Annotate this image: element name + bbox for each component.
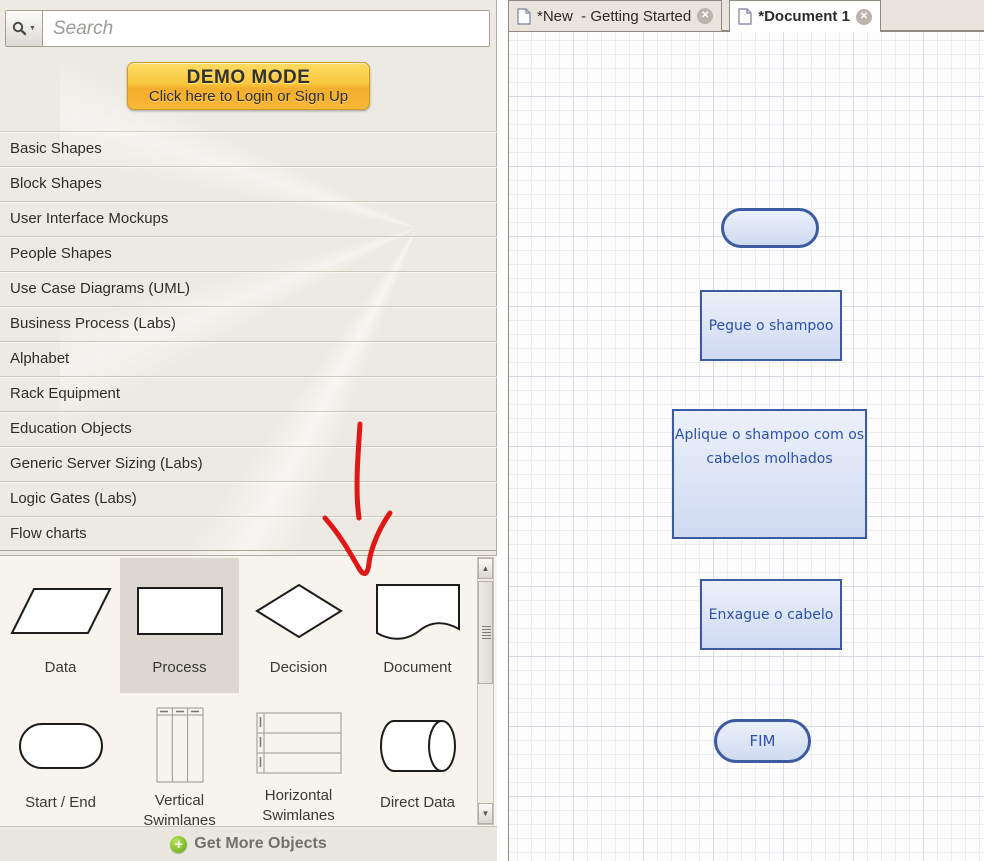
tab-new-getting-started[interactable]: *New - Getting Started ✕ (508, 0, 723, 31)
shape-document[interactable]: Document (358, 558, 477, 693)
flow-node-pegue-o-shampoo[interactable]: Pegue o shampoo (700, 290, 842, 361)
scroll-down-icon: ▼ (481, 809, 490, 818)
shape-decision[interactable]: Decision (239, 558, 358, 693)
shape-panel-scrollbar[interactable]: ▲ ▼ (477, 557, 494, 825)
shape-grid: Data Process Decision Document Start / E… (1, 558, 477, 826)
decision-shape-icon (254, 572, 343, 650)
scrollbar-thumb[interactable] (478, 581, 493, 684)
search-dropdown-icon: ▼ (29, 25, 36, 32)
shape-direct-data[interactable]: Direct Data (358, 693, 477, 826)
tab-label: *New - Getting Started (537, 7, 692, 25)
direct-data-shape-icon (376, 707, 460, 785)
scroll-down-button[interactable]: ▼ (478, 803, 493, 824)
tab-close-icon[interactable]: ✕ (697, 8, 714, 24)
scroll-up-icon: ▲ (481, 564, 490, 573)
category-block-shapes[interactable]: Block Shapes (0, 166, 497, 201)
document-tab-bar: *New - Getting Started ✕ *Document 1 ✕ (508, 0, 984, 32)
vertical-swimlanes-shape-icon (156, 707, 204, 783)
scroll-up-button[interactable]: ▲ (478, 558, 493, 579)
flow-node-start[interactable] (721, 208, 819, 248)
tab-document-1[interactable]: *Document 1 ✕ (729, 0, 881, 32)
search-box: ▼ (5, 10, 490, 47)
shape-start-end-label: Start / End (25, 794, 96, 811)
flow-charts-shape-panel: Data Process Decision Document Start / E… (0, 555, 497, 826)
diagram-canvas[interactable]: Pegue o shampoo Aplique o shampoo com os… (508, 31, 984, 861)
scrollbar-grip-icon (482, 626, 491, 640)
shape-vertical-swimlanes-label: Vertical Swimlanes (143, 792, 216, 826)
document-workspace: *New - Getting Started ✕ *Document 1 ✕ P… (498, 0, 984, 861)
tab-label: *Document 1 (758, 8, 850, 25)
category-use-case-diagrams[interactable]: Use Case Diagrams (UML) (0, 271, 497, 306)
demo-mode-subtitle: Click here to Login or Sign Up (148, 87, 349, 105)
page-icon (738, 8, 752, 25)
shape-library-sidebar: ▼ DEMO MODE Click here to Login or Sign … (0, 0, 497, 861)
start-end-shape-icon (18, 707, 104, 785)
category-alphabet[interactable]: Alphabet (0, 341, 497, 376)
document-shape-icon (373, 572, 463, 650)
shape-start-end[interactable]: Start / End (1, 693, 120, 826)
shape-document-label: Document (383, 659, 452, 676)
demo-mode-button[interactable]: DEMO MODE Click here to Login or Sign Up (127, 62, 370, 110)
shape-horizontal-swimlanes[interactable]: Horizontal Swimlanes (239, 693, 358, 826)
get-more-objects-bar: + Get More Objects (0, 826, 497, 861)
process-shape-icon (136, 572, 224, 650)
flow-node-enxague-o-cabelo[interactable]: Enxague o cabelo (700, 579, 842, 650)
category-list: Basic Shapes Block Shapes User Interface… (0, 131, 497, 551)
shape-direct-data-label: Direct Data (379, 794, 456, 811)
category-generic-server-sizing[interactable]: Generic Server Sizing (Labs) (0, 446, 497, 481)
shape-process[interactable]: Process (120, 558, 239, 693)
flow-node-aplique-o-shampoo[interactable]: Aplique o shampoo com os cabelos molhado… (672, 409, 867, 539)
search-options-button[interactable]: ▼ (6, 11, 43, 46)
shape-process-label: Process (152, 659, 207, 676)
category-people-shapes[interactable]: People Shapes (0, 236, 497, 271)
shape-data-label: Data (44, 659, 77, 676)
shape-horizontal-swimlanes-label: Horizontal Swimlanes (262, 787, 335, 824)
demo-mode-title: DEMO MODE (186, 66, 311, 88)
category-basic-shapes[interactable]: Basic Shapes (0, 131, 497, 166)
category-business-process[interactable]: Business Process (Labs) (0, 306, 497, 341)
search-input[interactable] (43, 11, 489, 46)
get-more-objects-link[interactable]: Get More Objects (194, 835, 326, 853)
shape-decision-label: Decision (269, 659, 328, 676)
horizontal-swimlanes-shape-icon (256, 707, 342, 778)
flow-node-fim[interactable]: FIM (714, 719, 811, 763)
category-education-objects[interactable]: Education Objects (0, 411, 497, 446)
tab-close-icon[interactable]: ✕ (855, 8, 872, 25)
category-logic-gates[interactable]: Logic Gates (Labs) (0, 481, 497, 516)
shape-data[interactable]: Data (1, 558, 120, 693)
shape-vertical-swimlanes[interactable]: Vertical Swimlanes (120, 693, 239, 826)
category-rack-equipment[interactable]: Rack Equipment (0, 376, 497, 411)
data-shape-icon (9, 572, 112, 650)
page-icon (517, 7, 531, 25)
green-plus-icon[interactable]: + (170, 835, 188, 853)
search-icon (12, 21, 27, 36)
category-flow-charts[interactable]: Flow charts (0, 516, 497, 551)
category-user-interface-mockups[interactable]: User Interface Mockups (0, 201, 497, 236)
